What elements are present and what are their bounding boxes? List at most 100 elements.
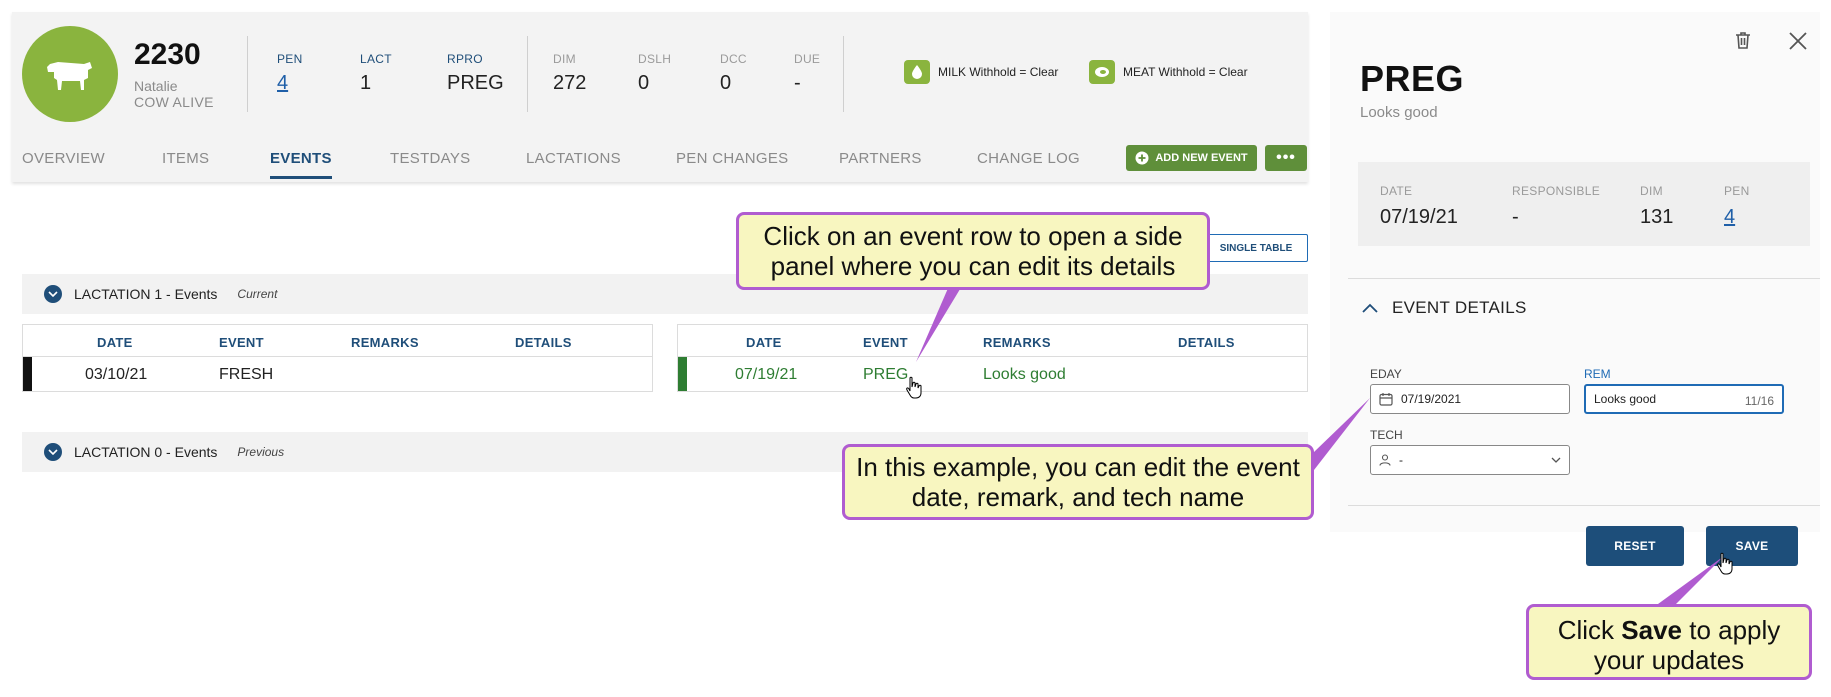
stat-dim: DIM 272 [553, 52, 586, 95]
eday-value: 07/19/2021 [1401, 392, 1462, 406]
stat-due: DUE - [794, 52, 820, 95]
stat-value: 0 [638, 72, 650, 94]
rem-input[interactable]: Looks good 11/16 [1584, 384, 1784, 414]
column-header: EVENT [219, 335, 264, 350]
table-row[interactable]: 03/10/21 FRESH [23, 357, 652, 391]
tab-events[interactable]: EVENTS [270, 150, 332, 179]
stat-value: PREG [447, 72, 504, 94]
tech-select[interactable]: - [1370, 445, 1570, 475]
callout-edit-fields: In this example, you can edit the event … [842, 444, 1314, 520]
reset-button[interactable]: RESET [1586, 526, 1684, 566]
lactation-title: LACTATION 1 - Events [74, 286, 218, 302]
cow-icon [47, 62, 92, 90]
cow-status: COW ALIVE [134, 94, 214, 110]
more-actions-button[interactable]: ••• [1265, 145, 1307, 171]
table-header: DATE EVENT REMARKS DETAILS [23, 325, 652, 357]
stat-value: 272 [553, 72, 587, 94]
stat-label: DSLH [638, 52, 672, 66]
tech-label: TECH [1370, 428, 1403, 442]
chevron-up-icon [1362, 303, 1378, 313]
close-icon[interactable] [1787, 30, 1809, 52]
events-table-left: DATE EVENT REMARKS DETAILS 03/10/21 FRES… [22, 324, 653, 392]
tab-overview[interactable]: OVERVIEW [22, 150, 105, 167]
lactation-title: LACTATION 0 - Events [74, 444, 218, 460]
eday-label: EDAY [1370, 367, 1402, 381]
event-meta-box: DATE 07/19/21 RESPONSIBLE - DIM 131 PEN … [1358, 162, 1810, 246]
lactation-tag: Previous [237, 445, 285, 459]
meat-withhold: MEAT Withhold = Clear [1089, 60, 1248, 84]
stat-dslh: DSLH 0 [638, 52, 671, 95]
tab-change-log[interactable]: CHANGE LOG [977, 150, 1080, 167]
tab-lactations[interactable]: LACTATIONS [526, 150, 621, 167]
meta-date: DATE 07/19/21 [1380, 184, 1458, 229]
plus-circle-icon [1135, 151, 1149, 165]
milk-withhold-text: MILK Withhold = Clear [938, 65, 1059, 79]
cell-event: FRESH [219, 366, 274, 383]
add-new-event-button[interactable]: ADD NEW EVENT [1126, 145, 1257, 171]
cell-date: 03/10/21 [85, 366, 148, 383]
callout-save-bold: Save [1621, 615, 1682, 645]
chevron-down-icon [1551, 457, 1561, 463]
stat-label: RPRO [447, 52, 483, 66]
char-counter: 11/16 [1744, 394, 1774, 408]
meta-label: RESPONSIBLE [1512, 184, 1600, 198]
header-divider [247, 36, 248, 112]
callout-save: Click Save to apply your updates [1526, 604, 1812, 680]
table-header: DATE EVENT REMARKS DETAILS [678, 325, 1307, 357]
meta-value: - [1512, 206, 1519, 228]
stat-value: 1 [360, 72, 372, 94]
single-table-toggle[interactable]: SINGLE TABLE [1201, 234, 1308, 262]
column-header: DETAILS [1178, 335, 1235, 350]
stat-lact: LACT 1 [360, 52, 392, 95]
event-details-toggle[interactable]: EVENT DETAILS [1362, 298, 1527, 318]
stat-label: DCC [720, 52, 747, 66]
header-divider [527, 36, 528, 112]
trash-icon[interactable] [1733, 30, 1753, 50]
pen-link[interactable]: 4 [1724, 206, 1750, 229]
chevron-down-icon[interactable] [44, 285, 62, 303]
row-indicator [678, 357, 687, 391]
table-row[interactable]: 07/19/21 PREG Looks good [678, 357, 1307, 391]
meta-value: 07/19/21 [1380, 206, 1458, 228]
rem-label: REM [1584, 367, 1611, 381]
pointer-cursor-icon [1717, 552, 1733, 575]
divider [1348, 505, 1820, 506]
pointer-cursor-icon [906, 376, 922, 399]
panel-subtitle: Looks good [1360, 104, 1438, 121]
pen-link[interactable]: 4 [277, 72, 303, 95]
stat-label: PEN [277, 52, 303, 66]
cell-date: 07/19/21 [735, 366, 798, 383]
tab-partners[interactable]: PARTNERS [839, 150, 922, 167]
person-icon [1379, 454, 1391, 466]
tab-items[interactable]: ITEMS [162, 150, 209, 167]
column-header: DETAILS [515, 335, 572, 350]
cow-id: 2230 [134, 38, 201, 71]
chevron-down-icon[interactable] [44, 443, 62, 461]
header-divider [843, 36, 844, 112]
meat-icon [1089, 60, 1115, 84]
meta-label: DATE [1380, 184, 1413, 198]
meta-value: 131 [1640, 206, 1674, 228]
stat-rpro: RPRO PREG [447, 52, 504, 95]
stat-dcc: DCC 0 [720, 52, 747, 95]
tech-value: - [1399, 453, 1403, 467]
meta-responsible: RESPONSIBLE - [1512, 184, 1600, 229]
column-header: REMARKS [983, 335, 1051, 350]
calendar-icon [1379, 393, 1393, 406]
column-header: REMARKS [351, 335, 419, 350]
events-table-right: DATE EVENT REMARKS DETAILS 07/19/21 PREG… [677, 324, 1308, 392]
column-header: DATE [746, 335, 782, 350]
tab-pen-changes[interactable]: PEN CHANGES [676, 150, 789, 167]
cow-name: Natalie [134, 78, 178, 94]
stat-pen: PEN 4 [277, 52, 303, 95]
meta-label: PEN [1724, 184, 1750, 198]
add-new-event-label: ADD NEW EVENT [1155, 152, 1248, 164]
meta-label: DIM [1640, 184, 1663, 198]
cell-remarks: Looks good [983, 366, 1066, 383]
tab-testdays[interactable]: TESTDAYS [390, 150, 470, 167]
divider [1348, 278, 1820, 279]
milk-drop-icon [904, 60, 930, 84]
panel-title: PREG [1360, 58, 1465, 99]
eday-date-field[interactable]: 07/19/2021 [1370, 384, 1570, 414]
rem-value: Looks good [1594, 392, 1657, 406]
